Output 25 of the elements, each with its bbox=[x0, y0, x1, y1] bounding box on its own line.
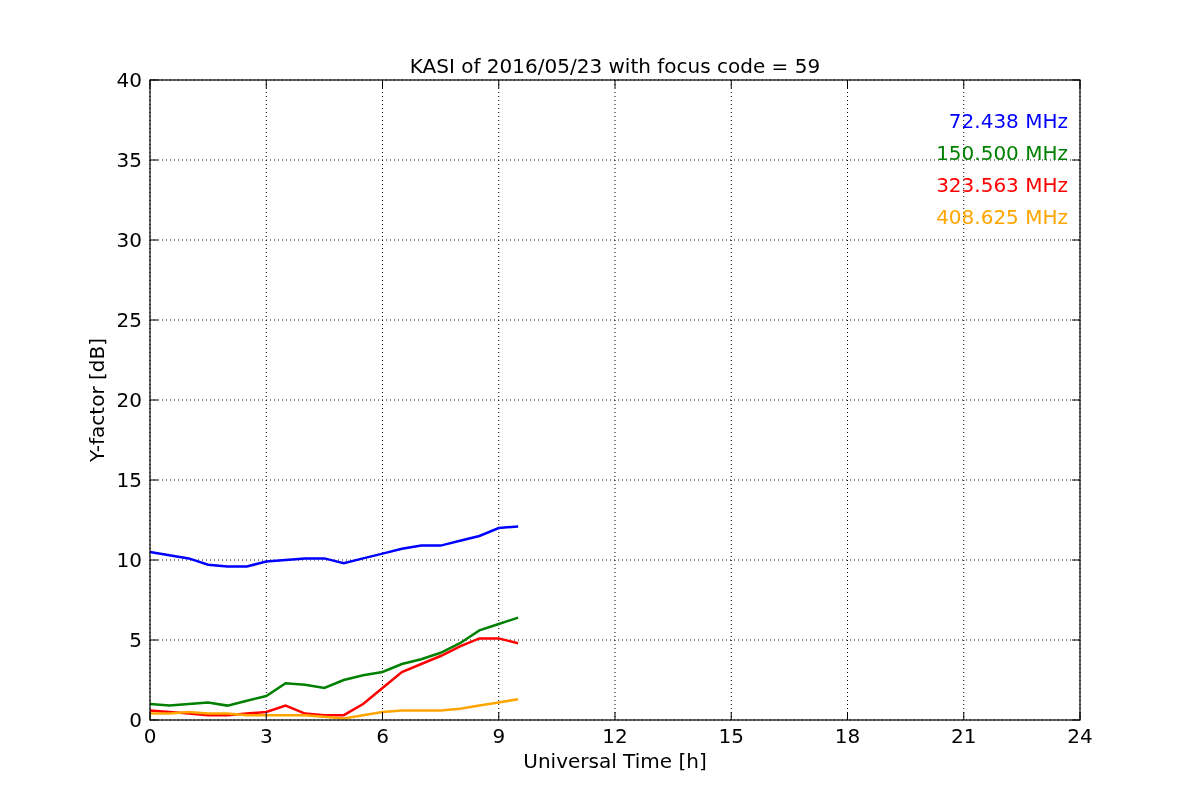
tick-label: 0 bbox=[129, 708, 142, 732]
legend-label: 323.563 MHz bbox=[936, 173, 1068, 197]
tick-label: 40 bbox=[116, 68, 142, 92]
tick-label: 21 bbox=[951, 724, 977, 748]
axis-label: Y-factor [dB] bbox=[85, 338, 109, 462]
tick-label: 5 bbox=[129, 628, 142, 652]
tick-label: 20 bbox=[116, 388, 142, 412]
tick-label: 25 bbox=[116, 308, 142, 332]
tick-label: 30 bbox=[116, 228, 142, 252]
legend-label: 72.438 MHz bbox=[948, 109, 1068, 133]
legend-label: 150.500 MHz bbox=[936, 141, 1068, 165]
tick-label: 3 bbox=[259, 724, 273, 748]
legend-label: 408.625 MHz bbox=[936, 205, 1068, 229]
tick-label: 24 bbox=[1067, 724, 1093, 748]
tick-label: 0 bbox=[143, 724, 157, 748]
axis-label: Universal Time [h] bbox=[523, 749, 707, 773]
tick-label: 18 bbox=[834, 724, 861, 748]
tick-label: 15 bbox=[116, 468, 142, 492]
tick-label: 6 bbox=[376, 724, 389, 748]
chart-title: KASI of 2016/05/23 with focus code = 59 bbox=[409, 54, 821, 78]
tick-label: 12 bbox=[602, 724, 628, 748]
tick-label: 15 bbox=[718, 724, 744, 748]
tick-label: 10 bbox=[116, 548, 142, 572]
tick-label: 35 bbox=[116, 148, 142, 172]
tick-label: 9 bbox=[492, 724, 506, 748]
